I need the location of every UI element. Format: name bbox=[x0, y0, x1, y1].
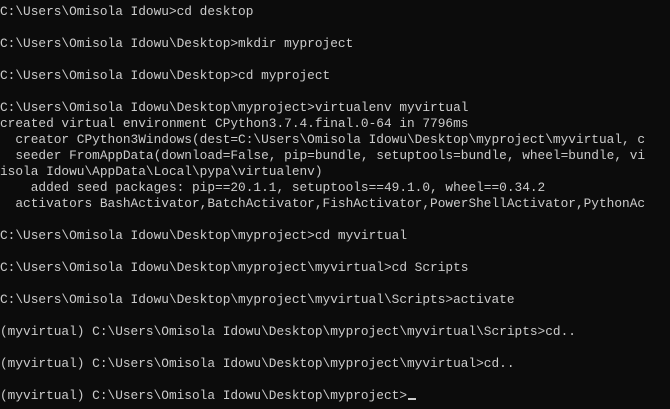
terminal-prompt-line[interactable]: (myvirtual) C:\Users\Omisola Idowu\Deskt… bbox=[0, 388, 670, 404]
terminal-line: (myvirtual) C:\Users\Omisola Idowu\Deskt… bbox=[0, 324, 576, 339]
terminal-line: C:\Users\Omisola Idowu\Desktop\myproject… bbox=[0, 100, 469, 115]
text-cursor bbox=[408, 398, 417, 400]
terminal-output[interactable]: C:\Users\Omisola Idowu>cd desktop C:\Use… bbox=[0, 0, 670, 409]
terminal-line: C:\Users\Omisola Idowu\Desktop\myproject… bbox=[0, 292, 515, 307]
terminal-line: C:\Users\Omisola Idowu\Desktop>mkdir myp… bbox=[0, 36, 354, 51]
terminal-line: added seed packages: pip==20.1.1, setupt… bbox=[0, 180, 546, 195]
terminal-line: activators BashActivator,BatchActivator,… bbox=[0, 196, 646, 211]
terminal-line: created virtual environment CPython3.7.4… bbox=[0, 116, 469, 131]
terminal-line: C:\Users\Omisola Idowu\Desktop\myproject… bbox=[0, 228, 408, 243]
terminal-line: isola Idowu\AppData\Local\pypa\virtualen… bbox=[0, 164, 323, 179]
terminal-line: (myvirtual) C:\Users\Omisola Idowu\Deskt… bbox=[0, 356, 515, 371]
terminal-line: creator CPython3Windows(dest=C:\Users\Om… bbox=[0, 132, 646, 147]
terminal-prompt: (myvirtual) C:\Users\Omisola Idowu\Deskt… bbox=[0, 388, 408, 403]
terminal-line: C:\Users\Omisola Idowu\Desktop>cd myproj… bbox=[0, 68, 331, 83]
terminal-line: seeder FromAppData(download=False, pip=b… bbox=[0, 148, 646, 163]
terminal-line: C:\Users\Omisola Idowu\Desktop\myproject… bbox=[0, 260, 469, 275]
terminal-line: C:\Users\Omisola Idowu>cd desktop bbox=[0, 4, 254, 19]
